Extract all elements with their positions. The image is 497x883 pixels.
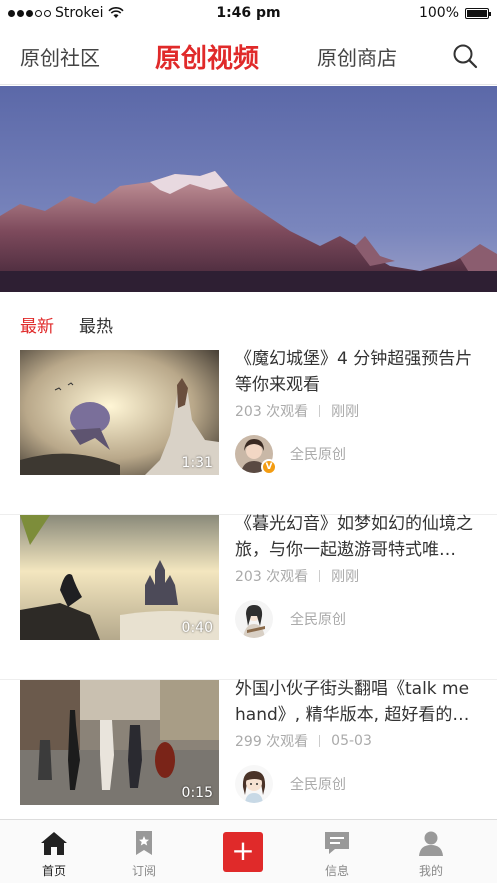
tab-subscribe[interactable]: 订阅	[114, 830, 174, 879]
banner-image[interactable]	[0, 86, 497, 292]
user-icon	[419, 831, 443, 856]
author-name[interactable]: 全民原创	[290, 609, 346, 629]
author-name[interactable]: 全民原创	[290, 444, 346, 464]
verified-badge-icon: V	[261, 459, 277, 475]
battery-icon	[465, 7, 491, 19]
video-title[interactable]: 外国小伙子街头翻唱《talk me hand》, 精华版本, 超好看的…	[235, 676, 480, 728]
view-count: 203 次观看	[235, 404, 309, 420]
tab-store[interactable]: 原创商店	[317, 42, 397, 71]
tab-community[interactable]: 原创社区	[20, 42, 100, 71]
tab-messages[interactable]: 信息	[307, 830, 367, 879]
video-duration: 1:31	[181, 455, 213, 471]
post-time: 05-03	[331, 733, 372, 749]
post-time: 刚刚	[331, 569, 360, 585]
meta-divider	[319, 570, 321, 582]
video-thumbnail[interactable]: 0:15	[20, 680, 219, 805]
tab-messages-label: 信息	[324, 864, 349, 878]
video-title[interactable]: 《暮光幻音》如梦如幻的仙境之旅，与你一起遨游哥特式唯…	[235, 511, 480, 563]
video-card[interactable]: 0:40 《暮光幻音》如梦如幻的仙境之旅，与你一起遨游哥特式唯… 203 次观看…	[0, 514, 497, 680]
tab-home[interactable]: 首页	[24, 830, 84, 879]
video-duration: 0:40	[181, 620, 213, 636]
bookmark-star-icon	[136, 831, 152, 855]
tab-mine-label: 我的	[418, 864, 443, 878]
avatar[interactable]	[235, 600, 273, 638]
view-count: 299 次观看	[235, 734, 309, 750]
filter-latest[interactable]: 最新	[20, 312, 54, 337]
filter-hottest[interactable]: 最热	[79, 312, 113, 337]
top-nav: 原创社区 原创视频 原创商店	[0, 28, 497, 85]
mountain-illustration	[0, 86, 497, 292]
author-info[interactable]: 全民原创	[235, 600, 346, 638]
author-name[interactable]: 全民原创	[290, 774, 346, 794]
tab-videos[interactable]: 原创视频	[155, 38, 259, 75]
post-time: 刚刚	[331, 404, 360, 420]
author-info[interactable]: 全民原创	[235, 765, 346, 803]
message-icon	[325, 832, 349, 854]
tab-mine[interactable]: 我的	[401, 830, 461, 879]
bottom-tab-bar: 首页 订阅 + 信息 我的	[0, 819, 497, 883]
video-thumbnail[interactable]: 1:31	[20, 350, 219, 475]
tab-subscribe-label: 订阅	[131, 864, 156, 878]
search-icon[interactable]	[451, 42, 479, 70]
video-meta: 203 次观看 刚刚	[235, 401, 359, 421]
video-card[interactable]: 1:31 《魔幻城堡》4 分钟超强预告片等你来观看 203 次观看 刚刚 V 全…	[0, 349, 497, 515]
video-duration: 0:15	[181, 785, 213, 801]
home-icon	[41, 832, 67, 855]
video-title[interactable]: 《魔幻城堡》4 分钟超强预告片等你来观看	[235, 346, 480, 398]
battery-percent: 100%	[418, 5, 459, 21]
video-thumbnail[interactable]: 0:40	[20, 515, 219, 640]
meta-divider	[319, 405, 321, 417]
video-meta: 203 次观看 刚刚	[235, 566, 359, 586]
battery-status: 100%	[418, 5, 491, 21]
view-count: 203 次观看	[235, 569, 309, 585]
meta-divider	[319, 735, 321, 747]
status-bar: Strokei 1:46 pm 100%	[0, 0, 497, 28]
tab-home-label: 首页	[41, 864, 66, 878]
avatar[interactable]	[235, 765, 273, 803]
create-plus-button[interactable]: +	[223, 832, 263, 872]
author-info[interactable]: V 全民原创	[235, 435, 346, 475]
video-meta: 299 次观看 05-03	[235, 731, 372, 751]
feed-filters: 最新 最热	[0, 292, 497, 348]
